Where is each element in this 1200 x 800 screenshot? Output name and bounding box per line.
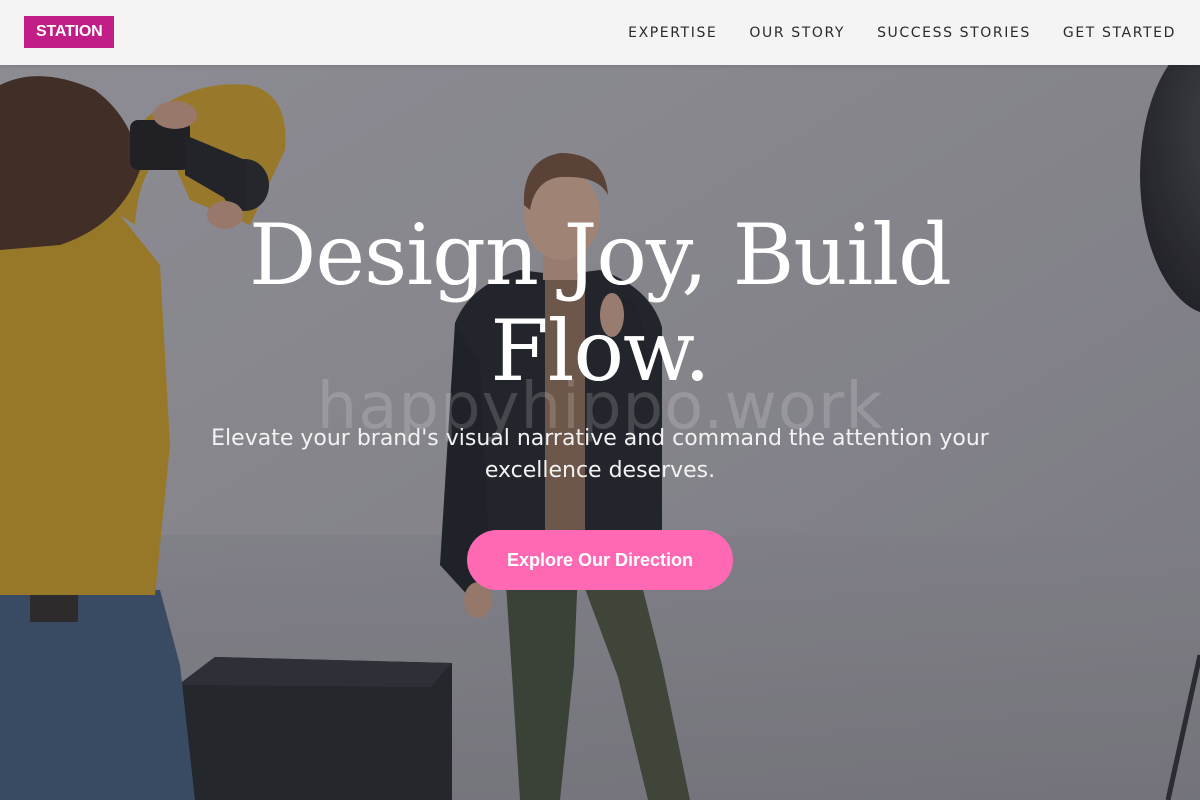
site-header: STATION EXPERTISE OUR STORY SUCCESS STOR… <box>0 0 1200 65</box>
nav-link-our-story[interactable]: OUR STORY <box>749 25 845 41</box>
main-nav: EXPERTISE OUR STORY SUCCESS STORIES GET … <box>628 0 1176 65</box>
nav-link-success-stories[interactable]: SUCCESS STORIES <box>877 25 1031 41</box>
hero-section: Design Joy, Build Flow. happyhippo.work … <box>0 65 1200 800</box>
hero-content: Design Joy, Build Flow. happyhippo.work … <box>0 65 1200 800</box>
logo[interactable]: STATION <box>24 16 115 48</box>
nav-link-get-started[interactable]: GET STARTED <box>1063 25 1176 41</box>
nav-link-expertise[interactable]: EXPERTISE <box>628 25 717 41</box>
hero-subheadline: Elevate your brand's visual narrative an… <box>211 426 989 483</box>
landing-page: STATION EXPERTISE OUR STORY SUCCESS STOR… <box>0 0 1200 800</box>
explore-direction-button[interactable]: Explore Our Direction <box>467 530 733 590</box>
